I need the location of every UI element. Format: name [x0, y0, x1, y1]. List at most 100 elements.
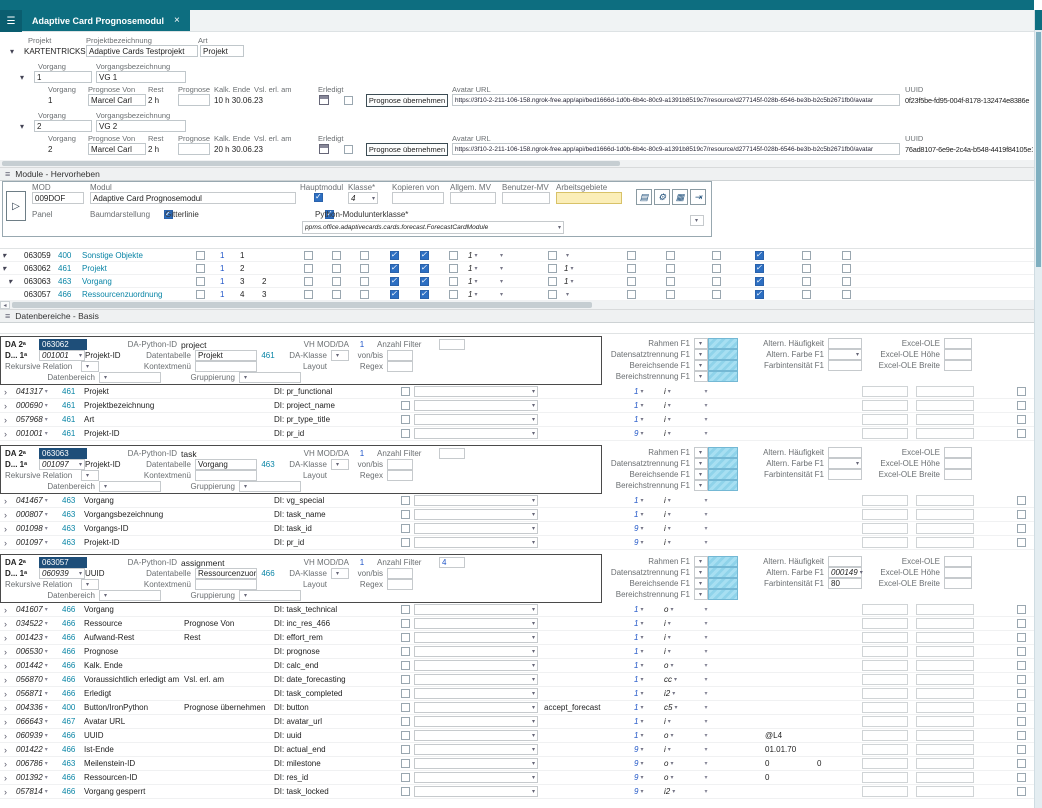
anlegen-checkbox[interactable] — [304, 251, 313, 260]
row-expander-icon[interactable] — [0, 413, 14, 426]
aktions-id-select[interactable] — [414, 523, 538, 534]
dt-id[interactable]: 461 — [58, 262, 82, 274]
tree-toggle-icon[interactable]: ▾ — [6, 277, 12, 286]
filter-deaktiviert-checkbox[interactable] — [1017, 510, 1026, 519]
filter-deaktiviert-checkbox[interactable] — [1017, 524, 1026, 533]
project-id[interactable]: KARTENTRICKS — [24, 47, 86, 56]
feste-ueberschrift-checkbox[interactable] — [802, 277, 811, 286]
anzeige-select[interactable]: 1 — [468, 264, 477, 273]
collapse-icon[interactable]: ▾ — [18, 122, 34, 131]
dataitem-row[interactable]: 001422 466 Ist-Ende DI: actual_end 9 i 0… — [0, 743, 1034, 757]
datensatztrennung-color-swatch[interactable] — [708, 567, 738, 578]
filtern-von-input[interactable] — [762, 645, 814, 658]
datenitem-name[interactable]: Kalk. Ende — [84, 659, 184, 672]
dataitem-row[interactable]: 066643 467 Avatar URL DI: avatar_url 1 i — [0, 715, 1034, 729]
muss-checkbox[interactable] — [401, 787, 410, 796]
filter-anwenden-input[interactable] — [916, 758, 974, 769]
altern-farbe-select[interactable]: 000149 — [828, 567, 862, 578]
row-expander-icon[interactable] — [0, 743, 14, 756]
vorgang-name[interactable]: VG 1 — [96, 71, 186, 83]
filter-deaktiviert-checkbox[interactable] — [1017, 759, 1026, 768]
df-verhalten-select[interactable]: i — [664, 415, 671, 424]
filtern-von-input[interactable] — [762, 536, 814, 549]
reg-ausdruck-input[interactable] — [862, 772, 908, 783]
excel-ole-input[interactable] — [944, 556, 972, 567]
datenitem-name[interactable]: Projektbezeichnung — [84, 399, 184, 412]
row-expander-icon[interactable] — [0, 385, 14, 398]
reg-ausdruck-input[interactable] — [862, 716, 908, 727]
bereichstrennung-select[interactable] — [694, 589, 708, 600]
feste-ueberschrift-checkbox[interactable] — [802, 290, 811, 299]
fenster-select[interactable]: 9 — [634, 759, 643, 768]
excel-ole-breite-input[interactable] — [944, 360, 972, 371]
allgem-mv-input[interactable] — [450, 192, 496, 204]
vorgang-value[interactable]: 2 — [48, 145, 88, 154]
erledigt-checkbox[interactable] — [344, 145, 353, 154]
df-ueberschrift[interactable] — [184, 757, 274, 770]
filtern-von-input[interactable]: 01.01.70 — [762, 743, 814, 756]
df-python-id[interactable]: DI: calc_end — [274, 659, 396, 672]
sort-select[interactable] — [694, 427, 718, 440]
datenbereich-name[interactable]: Vorgang — [82, 275, 180, 287]
standardwert-field[interactable] — [718, 617, 762, 630]
datenbereich-row[interactable]: 063057 466 Ressourcenzuordnung 1 4 3 1 — [0, 288, 1034, 301]
ueberschrift-checkbox[interactable] — [755, 277, 764, 286]
farbintensitaet-input[interactable]: 80 — [828, 578, 862, 589]
neben-oberbereich-checkbox[interactable] — [712, 251, 721, 260]
dataitem-row[interactable]: 060939 466 UUID DI: uuid 1 o @L4 — [0, 729, 1034, 743]
df-ueberschrift[interactable]: Prognose Von — [184, 617, 274, 630]
df-verhalten-select[interactable]: c5 — [664, 703, 677, 712]
row-expander-icon[interactable] — [0, 645, 14, 658]
vertical-scrollbar[interactable] — [1034, 10, 1042, 808]
collapse-icon[interactable]: ▾ — [18, 73, 34, 82]
row-expander-icon[interactable] — [0, 427, 14, 440]
vorgang-nr[interactable]: 2 — [34, 120, 92, 132]
rekursive-relation-select[interactable] — [81, 361, 99, 372]
prognose-von-value[interactable]: Marcel Carl — [88, 143, 146, 155]
bereichsende-select[interactable] — [694, 360, 708, 371]
standardwert-field[interactable] — [718, 715, 762, 728]
einruecken-checkbox[interactable] — [627, 264, 636, 273]
datenitem-name[interactable]: Vorgangsbezeichnung — [84, 508, 184, 521]
filter-deaktiviert-checkbox[interactable] — [1017, 496, 1026, 505]
df-python-id[interactable]: DI: button — [274, 701, 396, 714]
muss-checkbox[interactable] — [401, 759, 410, 768]
df-verhalten-select[interactable]: o — [664, 605, 673, 614]
di-select[interactable]: 001001 — [39, 350, 85, 361]
module-list-icon[interactable]: ▤ — [636, 189, 652, 205]
row-expander-icon[interactable] — [0, 729, 14, 742]
muss-checkbox[interactable] — [401, 633, 410, 642]
aufklappen-select[interactable]: 1 — [564, 264, 573, 273]
muss-checkbox[interactable] — [401, 647, 410, 656]
hervorheben-checkbox[interactable] — [196, 290, 205, 299]
da-klasse-select[interactable] — [331, 350, 349, 361]
regex-input[interactable] — [387, 579, 413, 590]
filtern-bis-input[interactable] — [814, 399, 862, 412]
kopieren-von-input[interactable] — [392, 192, 444, 204]
df-ueberschrift[interactable] — [184, 494, 274, 507]
df-python-id[interactable]: DI: actual_end — [274, 743, 396, 756]
nie-anzeigen-checkbox[interactable] — [449, 251, 458, 260]
sort-select[interactable] — [694, 536, 718, 549]
muss-checkbox[interactable] — [401, 773, 410, 782]
nie-anzeigen-checkbox[interactable] — [449, 264, 458, 273]
altern-haeufigkeit-input[interactable] — [828, 447, 862, 458]
datenitem-name[interactable]: Erledigt — [84, 687, 184, 700]
bereichsende-color-swatch[interactable] — [708, 578, 738, 589]
filter-anwenden-input[interactable] — [916, 604, 974, 615]
nie-anzeigen-checkbox[interactable] — [449, 290, 458, 299]
sort-select[interactable] — [694, 785, 718, 798]
von-bis-input[interactable] — [387, 350, 413, 361]
filtern-bis-input[interactable] — [814, 771, 862, 784]
muss-checkbox[interactable] — [401, 524, 410, 533]
anzeige-select[interactable]: 1 — [468, 290, 477, 299]
farbintensitaet-input[interactable] — [828, 360, 862, 371]
regex-input[interactable] — [387, 361, 413, 372]
standardwert-field[interactable] — [718, 494, 762, 507]
filter-deaktiviert-checkbox[interactable] — [1017, 689, 1026, 698]
rekursive-relation-select[interactable] — [81, 470, 99, 481]
df-verhalten-select[interactable]: i — [664, 401, 671, 410]
kontextmenu-input[interactable] — [195, 470, 257, 481]
excel-ole-hoehe-input[interactable] — [944, 349, 972, 360]
df-python-id[interactable]: DI: milestone — [274, 757, 396, 770]
